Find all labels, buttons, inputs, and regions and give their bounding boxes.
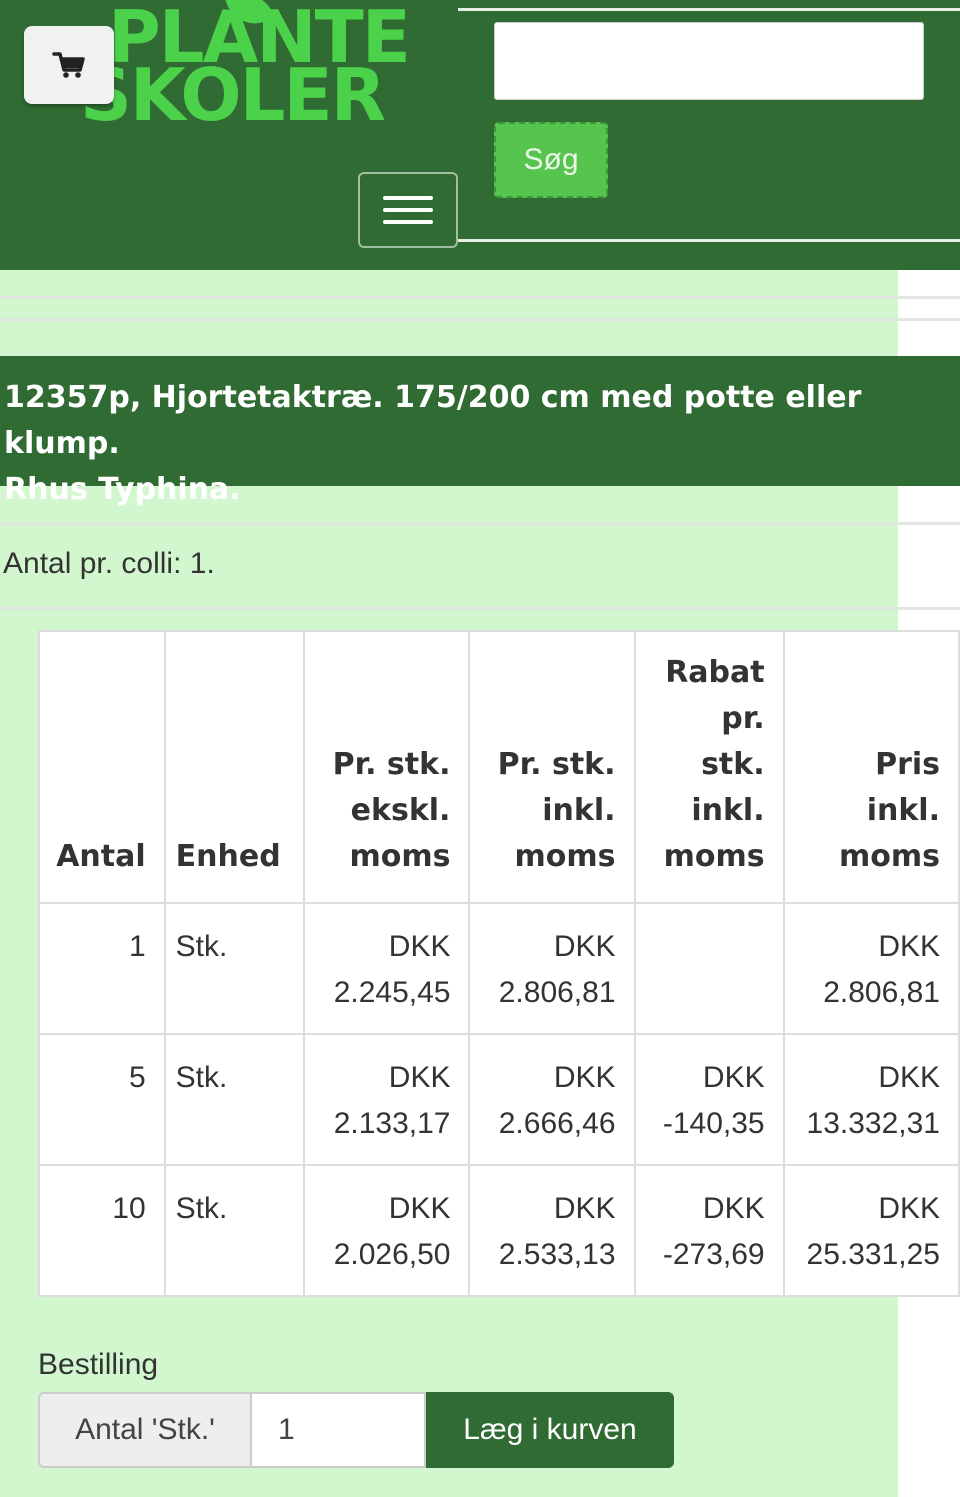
site-header: PLANTE SKOLER Søg [0, 0, 960, 270]
header-price-excl-vat: Pr. stk. ekskl. moms [303, 630, 471, 904]
header-total-incl-vat: Pris inkl. moms [782, 630, 960, 904]
hamburger-menu-icon-bar [383, 220, 433, 224]
cell-price-incl: DKK 2.666,46 [468, 1033, 636, 1166]
header-antal: Antal [38, 630, 166, 904]
cell-enhed: Stk. [163, 1164, 306, 1297]
price-table: Antal Enhed Pr. stk. ekskl. moms Pr. stk. i… [38, 630, 960, 1297]
cell-total: DKK 2.806,81 [782, 902, 960, 1035]
table-row: 5 Stk. DKK 2.133,17 DKK 2.666,46 DKK -140,3… [38, 1033, 960, 1166]
cell-antal: 10 [38, 1164, 166, 1297]
divider [0, 522, 960, 525]
quantity-unit-addon: Antal 'Stk.' [38, 1392, 252, 1468]
menu-toggle-button[interactable] [358, 172, 458, 248]
hamburger-menu-icon [383, 196, 433, 200]
add-to-cart-button[interactable]: Læg i kurven [426, 1392, 674, 1468]
order-form: Antal 'Stk.' Læg i kurven [38, 1392, 674, 1468]
table-row: 10 Stk. DKK 2.026,50 DKK 2.533,13 DKK -273,… [38, 1164, 960, 1297]
cell-discount [633, 902, 785, 1035]
header-price-incl-vat: Pr. stk. inkl. moms [468, 630, 636, 904]
shopping-cart-icon [52, 52, 85, 78]
cell-antal: 1 [38, 902, 166, 1035]
quantity-input[interactable] [252, 1392, 426, 1468]
divider [0, 607, 960, 610]
cell-total: DKK 13.332,31 [782, 1033, 960, 1166]
logo-text-line2: SKOLER [80, 53, 386, 137]
product-title: 12357p, Hjortetaktræ. 175/200 cm med pot… [0, 356, 960, 507]
header-discount: Rabat pr. stk. inkl. moms [633, 630, 785, 904]
cell-discount: DKK -273,69 [633, 1164, 785, 1297]
colli-info: Antal pr. colli: 1. [3, 547, 215, 580]
cell-discount: DKK -140,35 [633, 1033, 785, 1166]
table-row: 1 Stk. DKK 2.245,45 DKK 2.806,81 DKK 2.806,… [38, 902, 960, 1035]
cell-antal: 5 [38, 1033, 166, 1166]
search-input[interactable] [494, 22, 924, 100]
hamburger-menu-icon-bar [383, 208, 433, 212]
divider [0, 296, 960, 299]
search-button[interactable]: Søg [494, 122, 608, 198]
cart-button[interactable] [24, 26, 114, 104]
header-divider-bottom [458, 239, 960, 242]
product-title-line1: 12357p, Hjortetaktræ. 175/200 cm med pot… [4, 380, 862, 461]
header-divider-top [458, 8, 960, 11]
cell-enhed: Stk. [163, 1033, 306, 1166]
header-enhed: Enhed [163, 630, 306, 904]
cell-price-excl: DKK 2.245,45 [303, 902, 471, 1035]
order-label: Bestilling [38, 1348, 159, 1381]
cell-price-excl: DKK 2.133,17 [303, 1033, 471, 1166]
cell-price-incl: DKK 2.533,13 [468, 1164, 636, 1297]
cell-price-incl: DKK 2.806,81 [468, 902, 636, 1035]
cell-total: DKK 25.331,25 [782, 1164, 960, 1297]
cell-enhed: Stk. [163, 902, 306, 1035]
product-title-line2: Rhus Typhina. [4, 472, 241, 507]
divider [0, 318, 960, 321]
cell-price-excl: DKK 2.026,50 [303, 1164, 471, 1297]
table-header-row: Antal Enhed Pr. stk. ekskl. moms Pr. stk. i… [38, 630, 960, 904]
